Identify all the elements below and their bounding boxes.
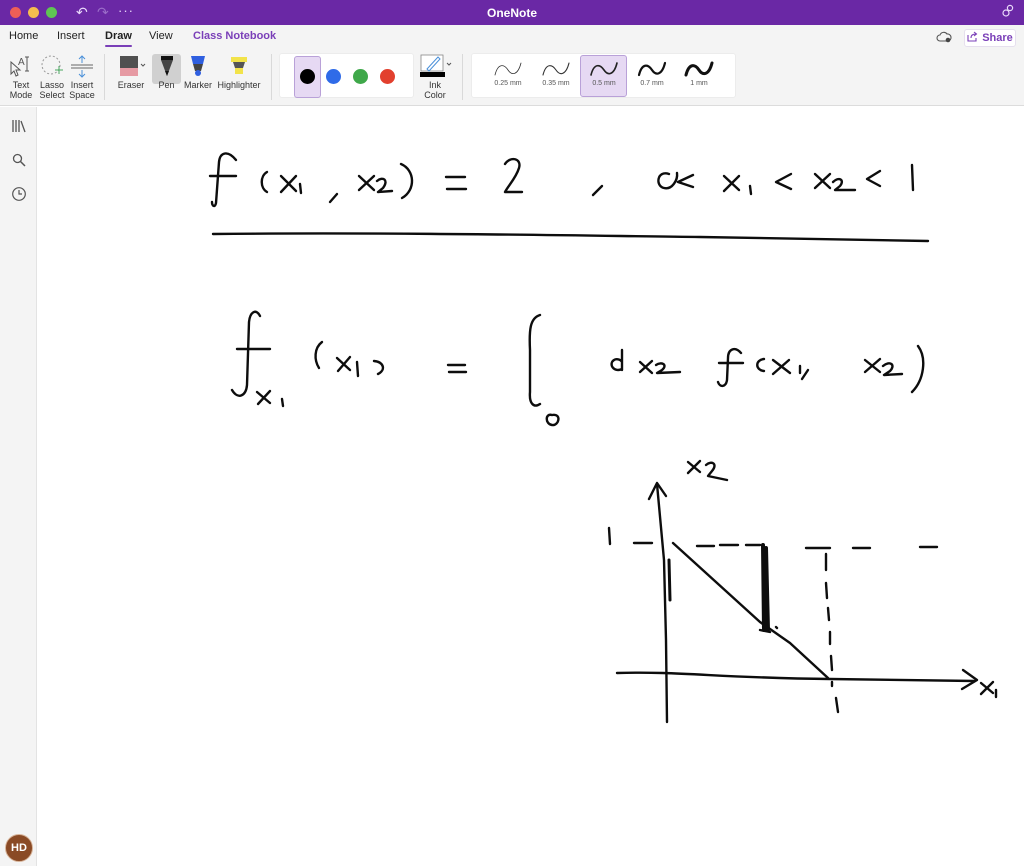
color-swatch-blue[interactable] xyxy=(326,69,341,84)
tab-insert[interactable]: Insert xyxy=(57,30,85,42)
eraser-button[interactable]: Eraser xyxy=(112,52,150,90)
ink-sketch-region-plot xyxy=(607,459,998,724)
insert-space-label-2: Space xyxy=(69,90,95,100)
lasso-label-1: Lasso xyxy=(39,80,65,90)
width-label: 0.35 mm xyxy=(542,80,570,87)
app-title: OneNote xyxy=(486,6,537,20)
color-swatch-green[interactable] xyxy=(353,69,368,84)
insert-space-button[interactable]: Insert Space xyxy=(67,52,97,100)
share-button[interactable]: Share xyxy=(964,29,1016,47)
share-icon xyxy=(967,31,978,45)
tab-view[interactable]: View xyxy=(149,30,173,42)
title-bar: ↶ ↷ ··· OneNote xyxy=(0,0,1024,25)
text-mode-button[interactable]: A Text Mode xyxy=(6,52,36,100)
navigation-rail: HD xyxy=(0,107,37,866)
ink-equation-joint-density xyxy=(208,152,930,243)
width-label: 0.7 mm xyxy=(640,80,664,87)
insert-space-label-1: Insert xyxy=(70,80,94,90)
pen-button[interactable]: Pen xyxy=(152,52,181,90)
width-option-0-5mm[interactable]: 0.5 mm xyxy=(581,56,627,87)
color-swatch-red[interactable] xyxy=(380,69,395,84)
width-option-0-7mm[interactable]: 0.7 mm xyxy=(629,56,675,87)
marker-button[interactable]: Marker xyxy=(183,52,213,90)
highlighter-label: Highlighter xyxy=(217,80,261,90)
width-option-0-35mm[interactable]: 0.35 mm xyxy=(533,56,579,87)
ribbon-divider xyxy=(271,54,272,100)
highlighter-button[interactable]: Highlighter xyxy=(215,52,263,90)
ribbon-divider xyxy=(462,54,463,100)
text-mode-label-1: Text xyxy=(12,80,30,90)
onenote-window: ↶ ↷ ··· OneNote Home Insert Draw View Cl… xyxy=(0,0,1024,866)
cloud-sync-icon[interactable] xyxy=(936,31,952,46)
highlighter-icon xyxy=(215,52,263,80)
width-option-1mm[interactable]: 1 mm xyxy=(676,56,722,87)
page-canvas[interactable]: f(x1 , x2) = 2 , 0< x1 < x2 < 1 f_x1(x1)… xyxy=(38,107,1024,866)
ink-color-icon xyxy=(416,52,454,80)
ink-color-button[interactable]: Ink Color xyxy=(416,52,454,100)
share-label: Share xyxy=(982,32,1013,44)
insert-space-icon xyxy=(67,52,97,80)
lasso-select-button[interactable]: Lasso Select xyxy=(37,52,67,100)
tab-home[interactable]: Home xyxy=(9,30,38,42)
ink-color-palette xyxy=(279,53,414,98)
color-swatch-black[interactable] xyxy=(300,69,315,84)
lasso-select-icon xyxy=(37,52,67,80)
ink-color-label-1: Ink xyxy=(428,80,441,90)
draw-ribbon: A Text Mode Lasso Select Insert Space Er… xyxy=(0,48,1024,106)
tab-class-notebook[interactable]: Class Notebook xyxy=(193,30,276,42)
stroke-width-palette: 0.25 mm 0.35 mm 0.5 mm 0.7 mm 1 mm xyxy=(471,53,736,98)
notebooks-icon[interactable] xyxy=(10,118,28,136)
ribbon-divider xyxy=(104,54,105,100)
text-mode-label-2: Mode xyxy=(9,90,33,100)
pen-label: Pen xyxy=(158,80,175,90)
eraser-label: Eraser xyxy=(117,80,145,90)
width-option-0-25mm[interactable]: 0.25 mm xyxy=(485,56,531,87)
clock-icon[interactable] xyxy=(10,186,28,204)
svg-text:A: A xyxy=(18,57,25,68)
ribbon-tabs: Home Insert Draw View Class Notebook Sha… xyxy=(0,25,1024,48)
width-label: 1 mm xyxy=(690,80,708,87)
ink-equation-marginal-density xyxy=(230,310,925,427)
lasso-label-2: Select xyxy=(39,90,65,100)
user-avatar[interactable]: HD xyxy=(5,834,33,862)
ink-color-label-2: Color xyxy=(424,90,446,100)
marker-label: Marker xyxy=(183,80,212,90)
search-icon[interactable] xyxy=(10,152,28,170)
width-label: 0.25 mm xyxy=(494,80,522,87)
text-mode-icon: A xyxy=(6,52,36,80)
width-label: 0.5 mm xyxy=(592,80,616,87)
eraser-icon xyxy=(112,52,150,80)
tab-draw[interactable]: Draw xyxy=(105,30,132,47)
collaborate-icon[interactable] xyxy=(1001,4,1015,21)
pen-icon xyxy=(152,52,181,80)
marker-icon xyxy=(183,52,213,80)
ink-layer xyxy=(208,152,998,724)
